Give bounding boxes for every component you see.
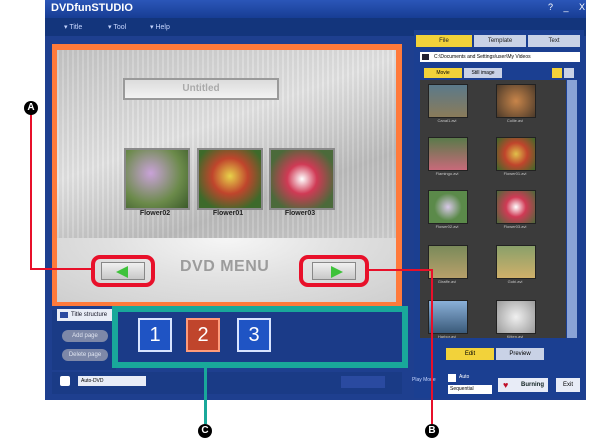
thumbnail-flower02[interactable]: Flower02 xyxy=(124,148,190,217)
gallery-item[interactable]: Kitten.avi xyxy=(496,300,536,339)
gallery-label: Flower02.avi xyxy=(435,224,459,229)
menu-tool[interactable]: ▾ Tool xyxy=(108,23,126,31)
gallery-label: Flower01.avi xyxy=(503,171,527,176)
disc-type-select[interactable]: Auto-DVD xyxy=(78,376,146,386)
add-page-button[interactable]: Add page xyxy=(62,330,108,342)
preview-button[interactable]: Preview xyxy=(496,348,544,360)
tab-template[interactable]: Template xyxy=(474,35,526,47)
callout-line-b-horizontal xyxy=(367,269,432,271)
delete-page-button[interactable]: Delete page xyxy=(62,349,108,361)
menu-title-box[interactable]: Untitled xyxy=(123,78,279,100)
disc-icon xyxy=(60,376,70,386)
folder-dropdown-icon[interactable] xyxy=(422,54,429,60)
tab-title-structure[interactable]: Title structure xyxy=(57,309,119,321)
dvd-menu-logo: DVD MENU xyxy=(180,258,270,275)
gallery-item[interactable]: Flower02.avi xyxy=(428,190,468,229)
gallery-thumb xyxy=(428,300,468,334)
page-3[interactable]: 3 xyxy=(237,318,271,352)
page-1[interactable]: 1 xyxy=(138,318,172,352)
gallery-item[interactable]: Gobi.avi xyxy=(496,245,536,284)
thumbnail-flower01[interactable]: Flower01 xyxy=(197,148,263,217)
menu-title[interactable]: ▾ Title xyxy=(64,23,82,31)
callout-line-c xyxy=(204,368,207,424)
grid-view-icon[interactable] xyxy=(552,68,562,78)
tab-movie[interactable]: Movie xyxy=(424,68,462,78)
gallery-thumb xyxy=(496,300,536,334)
gallery-item[interactable]: Giraffe.avi xyxy=(428,245,468,284)
tab-text[interactable]: Text xyxy=(528,35,580,47)
thumb-label: Flower01 xyxy=(212,210,244,217)
gallery-label: Gobi.avi xyxy=(507,279,523,284)
play-mode-select[interactable]: Sequential xyxy=(448,385,492,394)
callout-line-a-vertical xyxy=(30,109,32,270)
gallery-label: Flamingo.avi xyxy=(435,171,459,176)
gallery-label: Kitten.avi xyxy=(506,334,524,339)
tab-still-image[interactable]: Still image xyxy=(464,68,502,78)
folder-path[interactable]: C:\Documents and Settings\user\My Videos xyxy=(420,52,580,62)
tab-label: Title structure xyxy=(71,312,108,318)
window-controls[interactable]: ? _ X xyxy=(548,2,589,12)
gallery-label: Collie.avi xyxy=(506,118,524,123)
gallery-item[interactable]: Canal1.avi xyxy=(428,84,468,123)
gallery-thumb xyxy=(428,137,468,171)
edit-button[interactable]: Edit xyxy=(446,348,494,360)
thumb-label: Flower02 xyxy=(139,210,171,217)
gallery-thumb xyxy=(496,137,536,171)
auto-checkbox[interactable] xyxy=(448,374,456,382)
gallery-item[interactable]: Flower01.avi xyxy=(496,137,536,176)
gallery-scrollbar[interactable] xyxy=(567,80,577,338)
callout-box-b xyxy=(299,255,369,287)
callout-label-b: B xyxy=(425,424,439,438)
callout-box-a xyxy=(91,255,155,287)
callout-line-b-vertical xyxy=(431,269,433,424)
exit-button[interactable]: Exit xyxy=(556,378,580,392)
gallery-item[interactable]: Collie.avi xyxy=(496,84,536,123)
gallery-label: Harbor.avi xyxy=(437,334,457,339)
gallery-item[interactable]: Harbor.avi xyxy=(428,300,468,339)
gallery-label: Canal1.avi xyxy=(437,118,457,123)
auto-label: Auto xyxy=(459,374,470,380)
gallery-label: Giraffe.avi xyxy=(437,279,457,284)
thumbnail-flower03[interactable]: Flower03 xyxy=(269,148,335,217)
folder-icon xyxy=(60,312,68,318)
callout-label-a: A xyxy=(24,101,38,115)
gallery-label: Flower03.avi xyxy=(503,224,527,229)
page-2[interactable]: 2 xyxy=(186,318,220,352)
gallery-thumb xyxy=(496,245,536,279)
thumb-image xyxy=(197,148,263,210)
gallery-thumb xyxy=(496,190,536,224)
list-view-icon[interactable] xyxy=(564,68,574,78)
app-title: DVDfunSTUDIO xyxy=(51,2,133,14)
gallery-item[interactable]: Flamingo.avi xyxy=(428,137,468,176)
menu-help[interactable]: ▾ Help xyxy=(150,23,170,31)
gallery-item[interactable]: Flower03.avi xyxy=(496,190,536,229)
callout-line-a-horizontal xyxy=(30,268,93,270)
thumb-label: Flower03 xyxy=(284,210,316,217)
tab-file[interactable]: File xyxy=(416,35,472,47)
callout-label-c: C xyxy=(198,424,212,438)
burning-label: Burning xyxy=(521,382,544,388)
status-meter xyxy=(341,376,385,388)
gallery-thumb xyxy=(428,245,468,279)
heart-icon: ♥ xyxy=(503,380,509,390)
burning-button[interactable]: ♥ Burning xyxy=(498,378,548,392)
thumb-image xyxy=(124,148,190,210)
thumb-image xyxy=(269,148,335,210)
gallery-thumb xyxy=(428,190,468,224)
gallery-thumb xyxy=(428,84,468,118)
gallery-thumb xyxy=(496,84,536,118)
